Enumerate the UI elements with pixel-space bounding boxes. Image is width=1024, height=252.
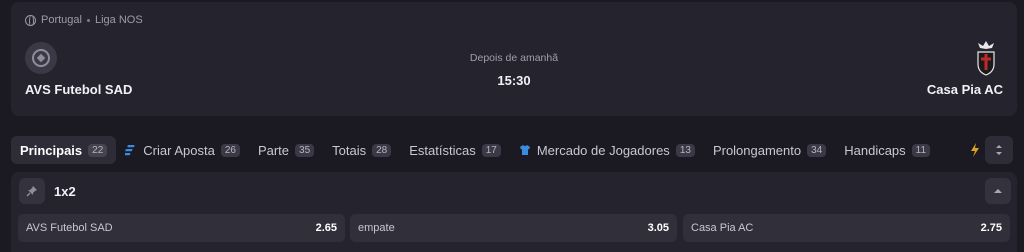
tab-mercado-de-jogadores[interactable]: Mercado de Jogadores 13 bbox=[510, 136, 704, 164]
tab-label: Mercado de Jogadores bbox=[536, 142, 670, 158]
tab-count: 28 bbox=[372, 143, 392, 157]
breadcrumb-separator bbox=[86, 18, 90, 22]
tab-label: Criar Aposta bbox=[143, 142, 215, 158]
tab-criar-aposta[interactable]: Criar Aposta 26 bbox=[116, 136, 249, 164]
breadcrumb: Portugal Liga NOS bbox=[25, 14, 143, 26]
tab-count: 22 bbox=[88, 143, 108, 157]
market-1x2: 1x2 AVS Futebol SAD 2.65 empate 3.05 Cas… bbox=[11, 172, 1017, 252]
pin-button[interactable] bbox=[19, 178, 45, 204]
breadcrumb-country[interactable]: Portugal bbox=[41, 14, 82, 26]
outcome-odd: 2.75 bbox=[980, 222, 1002, 234]
tab-label: Handicaps bbox=[844, 142, 906, 158]
tab-count: 26 bbox=[220, 143, 240, 157]
outcome-label: Casa Pia AC bbox=[691, 222, 754, 234]
outcome-label: AVS Futebol SAD bbox=[26, 222, 113, 234]
tab-prolongamento[interactable]: Prolongamento 34 bbox=[704, 136, 835, 164]
tab-count: 11 bbox=[911, 143, 931, 157]
tab-label: Parte bbox=[257, 142, 290, 158]
globe-icon bbox=[25, 14, 36, 26]
match-time: 15:30 bbox=[497, 73, 531, 88]
outcome-label: empate bbox=[358, 222, 395, 234]
tab-label: Estatísticas bbox=[409, 142, 476, 158]
market-collapse-button[interactable] bbox=[985, 178, 1011, 204]
tab-principais[interactable]: Principais 22 bbox=[11, 136, 117, 164]
tab-estatisticas[interactable]: Estatísticas 17 bbox=[400, 136, 510, 164]
tab-count: 35 bbox=[295, 143, 315, 157]
tabs-collapse-button[interactable] bbox=[985, 136, 1013, 164]
casa-pia-crest-icon bbox=[977, 41, 995, 76]
breadcrumb-league[interactable]: Liga NOS bbox=[95, 14, 143, 26]
tab-count: 13 bbox=[675, 143, 695, 157]
outcome-odd: 2.65 bbox=[315, 222, 337, 234]
chevron-up-icon bbox=[994, 189, 1002, 193]
jersey-icon bbox=[519, 145, 530, 155]
match-header: Portugal Liga NOS AVS Futebol SAD Depois… bbox=[11, 2, 1017, 116]
pin-icon bbox=[26, 186, 37, 197]
away-team-name: Casa Pia AC bbox=[926, 82, 1003, 97]
match-date: Depois de amanhã bbox=[469, 52, 559, 64]
tab-label: Principais bbox=[20, 142, 83, 158]
tab-totais[interactable]: Totais 28 bbox=[323, 136, 400, 164]
lightning-icon[interactable] bbox=[970, 143, 980, 157]
tab-parte[interactable]: Parte 35 bbox=[249, 136, 323, 164]
outcome-draw[interactable]: empate 3.05 bbox=[350, 214, 677, 242]
tab-count: 34 bbox=[807, 143, 827, 157]
tab-count: 17 bbox=[481, 143, 501, 157]
outcome-away[interactable]: Casa Pia AC 2.75 bbox=[683, 214, 1010, 242]
chevron-up-down-icon bbox=[996, 145, 1002, 155]
tab-label: Prolongamento bbox=[712, 142, 802, 158]
tab-handicaps[interactable]: Handicaps 11 bbox=[835, 136, 939, 164]
bet-builder-icon bbox=[125, 145, 135, 156]
market-title: 1x2 bbox=[54, 184, 76, 199]
outcome-home[interactable]: AVS Futebol SAD 2.65 bbox=[18, 214, 345, 242]
outcome-odd: 3.05 bbox=[647, 222, 669, 234]
market-tabs: Principais 22 Criar Aposta 26 Parte 35 T… bbox=[11, 135, 939, 165]
tab-label: Totais bbox=[332, 142, 367, 158]
